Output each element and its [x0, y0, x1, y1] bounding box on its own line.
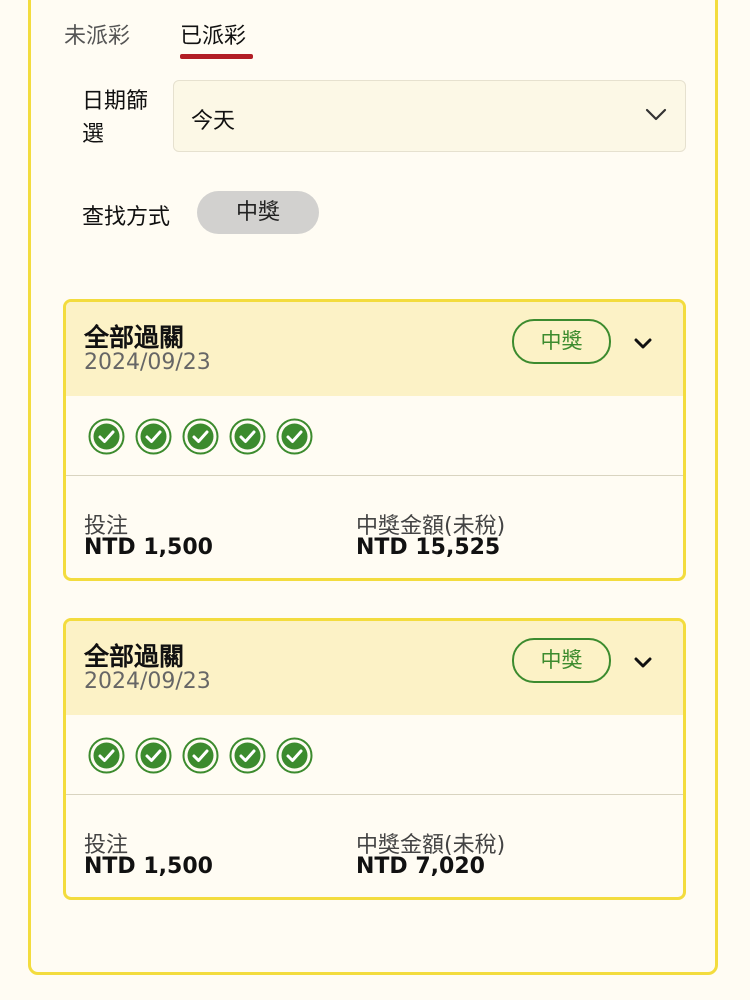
- bet-card-header: 全部過關 2024/09/23 中獎: [66, 621, 683, 715]
- bet-date: 2024/09/23: [84, 350, 211, 375]
- bet-card: 全部過關 2024/09/23 中獎 投注 NTD 1,500 中獎金額(未稅)…: [63, 618, 686, 900]
- tab-unpaid[interactable]: 未派彩: [64, 18, 130, 50]
- bet-card-header: 全部過關 2024/09/23 中獎: [66, 302, 683, 396]
- search-method-label: 查找方式: [82, 205, 171, 230]
- check-circle-icon: [276, 418, 313, 455]
- check-circle-icon: [182, 418, 219, 455]
- win-status-badge: 中獎: [512, 638, 611, 683]
- check-circle-icon: [182, 737, 219, 774]
- check-circle-icon: [276, 737, 313, 774]
- divider: [66, 794, 683, 795]
- date-filter-label: 日期篩選: [82, 89, 149, 147]
- payout-amount: NTD 15,525: [356, 535, 501, 560]
- check-circle-icon: [135, 418, 172, 455]
- chevron-down-icon: [645, 108, 667, 121]
- chevron-down-icon[interactable]: [632, 336, 654, 352]
- check-circle-icon: [229, 737, 266, 774]
- search-method-chip-win[interactable]: 中獎: [197, 191, 319, 234]
- bet-card: 全部過關 2024/09/23 中獎 投注 NTD 1,500 中獎金額(未稅)…: [63, 299, 686, 581]
- date-filter-value: 今天: [191, 109, 236, 134]
- tab-paid[interactable]: 已派彩: [180, 18, 246, 50]
- check-circle-icon: [229, 418, 266, 455]
- date-filter-select[interactable]: 今天: [173, 80, 686, 152]
- check-circle-icon: [88, 737, 125, 774]
- divider: [66, 475, 683, 476]
- bet-type-title: 全部過關: [84, 642, 185, 671]
- chevron-down-icon[interactable]: [632, 655, 654, 671]
- stake-amount: NTD 1,500: [84, 854, 213, 879]
- active-tab-indicator: [180, 54, 253, 59]
- win-status-badge: 中獎: [512, 319, 611, 364]
- bet-date: 2024/09/23: [84, 669, 211, 694]
- bet-type-title: 全部過關: [84, 323, 185, 352]
- check-circle-icon: [88, 418, 125, 455]
- stake-amount: NTD 1,500: [84, 535, 213, 560]
- payout-amount: NTD 7,020: [356, 854, 485, 879]
- check-circle-icon: [135, 737, 172, 774]
